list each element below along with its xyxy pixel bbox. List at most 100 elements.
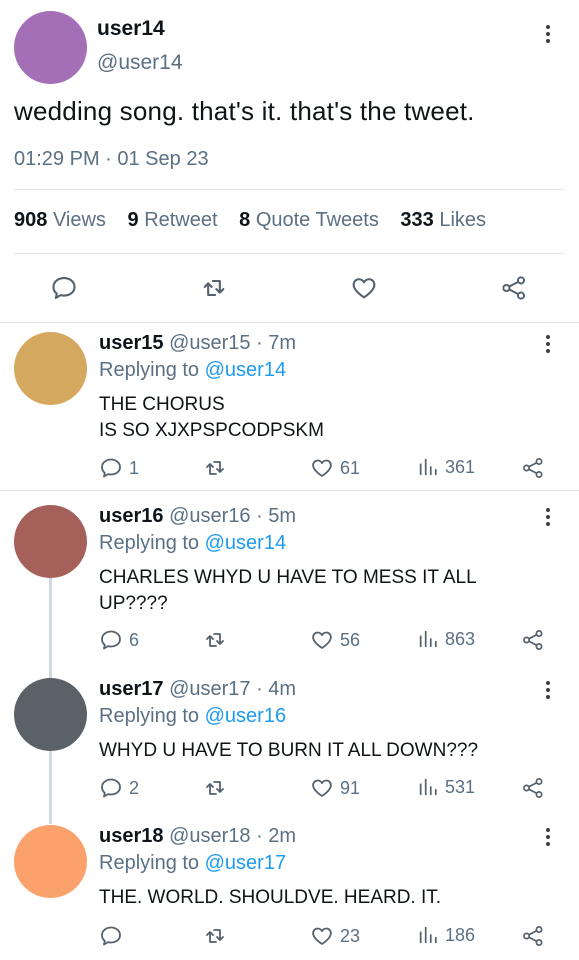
views-count: 863 xyxy=(445,628,476,649)
reply-time: · 2m xyxy=(256,825,297,847)
share-button[interactable] xyxy=(521,628,545,652)
reply-time: · 5m xyxy=(256,505,297,527)
reply-text-line: THE. WORLD. SHOULDVE. HEARD. IT. xyxy=(99,887,442,908)
reply-header: user15 @user15 · 7m xyxy=(99,332,296,355)
more-options-icon[interactable] xyxy=(544,25,552,43)
reply-text: CHARLES WHYD U HAVE TO MESS IT ALL UP???? xyxy=(99,565,539,617)
views-icon xyxy=(417,628,439,650)
replying-to-handle[interactable]: @user16 xyxy=(205,705,286,727)
divider xyxy=(0,322,579,323)
author-name[interactable]: user15 xyxy=(99,332,164,354)
avatar[interactable] xyxy=(14,11,87,84)
replying-to: Replying to @user16 xyxy=(99,705,287,727)
retweet-icon[interactable] xyxy=(200,274,228,302)
tweet-text: wedding song. that's it. that's the twee… xyxy=(14,96,475,126)
reply-time: · 4m xyxy=(256,678,297,700)
avatar[interactable] xyxy=(14,678,87,751)
retweet-icon xyxy=(203,628,227,652)
like-count: 91 xyxy=(340,777,361,798)
replying-to-handle[interactable]: @user14 xyxy=(205,359,286,381)
retweet-button[interactable] xyxy=(203,924,227,948)
like-button[interactable]: 23 xyxy=(310,924,360,948)
share-button[interactable] xyxy=(521,924,545,948)
reply-text-line: IS SO XJXPSPCODPSKM xyxy=(99,420,324,441)
share-icon[interactable] xyxy=(500,274,528,302)
views-count: 531 xyxy=(445,776,476,797)
engagement-stats: 908 Views 9 Retweet 8 Quote Tweets 333 L… xyxy=(14,209,486,232)
replying-to-handle[interactable]: @user17 xyxy=(205,852,286,874)
author-name[interactable]: user17 xyxy=(99,678,164,700)
views-icon xyxy=(417,776,439,798)
author-name[interactable]: user16 xyxy=(99,505,164,527)
share-button[interactable] xyxy=(521,776,545,800)
retweet-button[interactable] xyxy=(203,456,227,480)
views-button[interactable]: 863 xyxy=(417,628,475,650)
like-icon[interactable] xyxy=(350,274,378,302)
views-button[interactable]: 531 xyxy=(417,776,475,798)
views-button[interactable]: 186 xyxy=(417,924,475,946)
divider xyxy=(14,189,564,190)
author-handle[interactable]: @user15 xyxy=(169,332,250,354)
reply-count: 2 xyxy=(129,777,140,798)
tweet-timestamp[interactable]: 01:29 PM · 01 Sep 23 xyxy=(14,148,209,171)
like-button[interactable]: 61 xyxy=(310,456,360,480)
avatar[interactable] xyxy=(14,505,87,578)
more-options-icon[interactable] xyxy=(544,828,552,846)
author-handle[interactable]: @user14 xyxy=(97,51,183,75)
like-count: 56 xyxy=(340,629,361,650)
author-handle[interactable]: @user18 xyxy=(169,825,250,847)
share-icon xyxy=(521,628,545,652)
reply-icon xyxy=(99,924,123,948)
retweets-stat[interactable]: 9 Retweet xyxy=(128,209,218,231)
like-icon xyxy=(310,456,334,480)
reply-header: user17 @user17 · 4m xyxy=(99,678,296,701)
like-button[interactable]: 91 xyxy=(310,776,360,800)
reply-button[interactable] xyxy=(99,924,129,948)
share-button[interactable] xyxy=(521,456,545,480)
views-icon xyxy=(417,924,439,946)
reply-header: user18 @user18 · 2m xyxy=(99,825,296,848)
reply-time: · 7m xyxy=(256,332,297,354)
like-icon xyxy=(310,924,334,948)
retweet-button[interactable] xyxy=(203,628,227,652)
reply-text: THE. WORLD. SHOULDVE. HEARD. IT. xyxy=(99,885,539,911)
reply-actions: 2 91 531 xyxy=(0,776,579,802)
likes-stat[interactable]: 333 Likes xyxy=(400,209,486,231)
avatar[interactable] xyxy=(14,825,87,898)
share-icon xyxy=(521,456,545,480)
divider xyxy=(0,490,579,491)
author-name[interactable]: user18 xyxy=(99,825,164,847)
reply-icon[interactable] xyxy=(50,274,78,302)
reply-text: THE CHORUS IS SO XJXPSPCODPSKM xyxy=(99,392,539,444)
author-handle[interactable]: @user16 xyxy=(169,505,250,527)
reply-actions: 23 186 xyxy=(0,924,579,950)
like-icon xyxy=(310,628,334,652)
reply-button[interactable]: 2 xyxy=(99,776,139,800)
more-options-icon[interactable] xyxy=(544,508,552,526)
reply-actions: 6 56 863 xyxy=(0,628,579,654)
reply-text-line: THE CHORUS xyxy=(99,394,225,415)
avatar[interactable] xyxy=(14,332,87,405)
like-button[interactable]: 56 xyxy=(310,628,360,652)
reply-button[interactable]: 6 xyxy=(99,628,139,652)
views-button[interactable]: 361 xyxy=(417,456,475,478)
author-handle[interactable]: @user17 xyxy=(169,678,250,700)
views-stat: 908 Views xyxy=(14,209,106,231)
more-options-icon[interactable] xyxy=(544,681,552,699)
retweet-icon xyxy=(203,456,227,480)
retweet-button[interactable] xyxy=(203,776,227,800)
replying-to-handle[interactable]: @user14 xyxy=(205,532,286,554)
reply-count: 1 xyxy=(129,457,140,478)
replying-to: Replying to @user14 xyxy=(99,359,287,381)
reply-text-line: CHARLES WHYD U HAVE TO MESS IT ALL xyxy=(99,567,477,588)
author-name[interactable]: user14 xyxy=(97,17,165,41)
divider xyxy=(14,253,564,254)
reply-icon xyxy=(99,456,123,480)
like-count: 23 xyxy=(340,925,361,946)
replying-to: Replying to @user17 xyxy=(99,852,287,874)
quote-tweets-stat[interactable]: 8 Quote Tweets xyxy=(239,209,379,231)
reply-button[interactable]: 1 xyxy=(99,456,139,480)
replying-to: Replying to @user14 xyxy=(99,532,287,554)
reply-text-line: UP???? xyxy=(99,593,168,614)
more-options-icon[interactable] xyxy=(544,335,552,353)
